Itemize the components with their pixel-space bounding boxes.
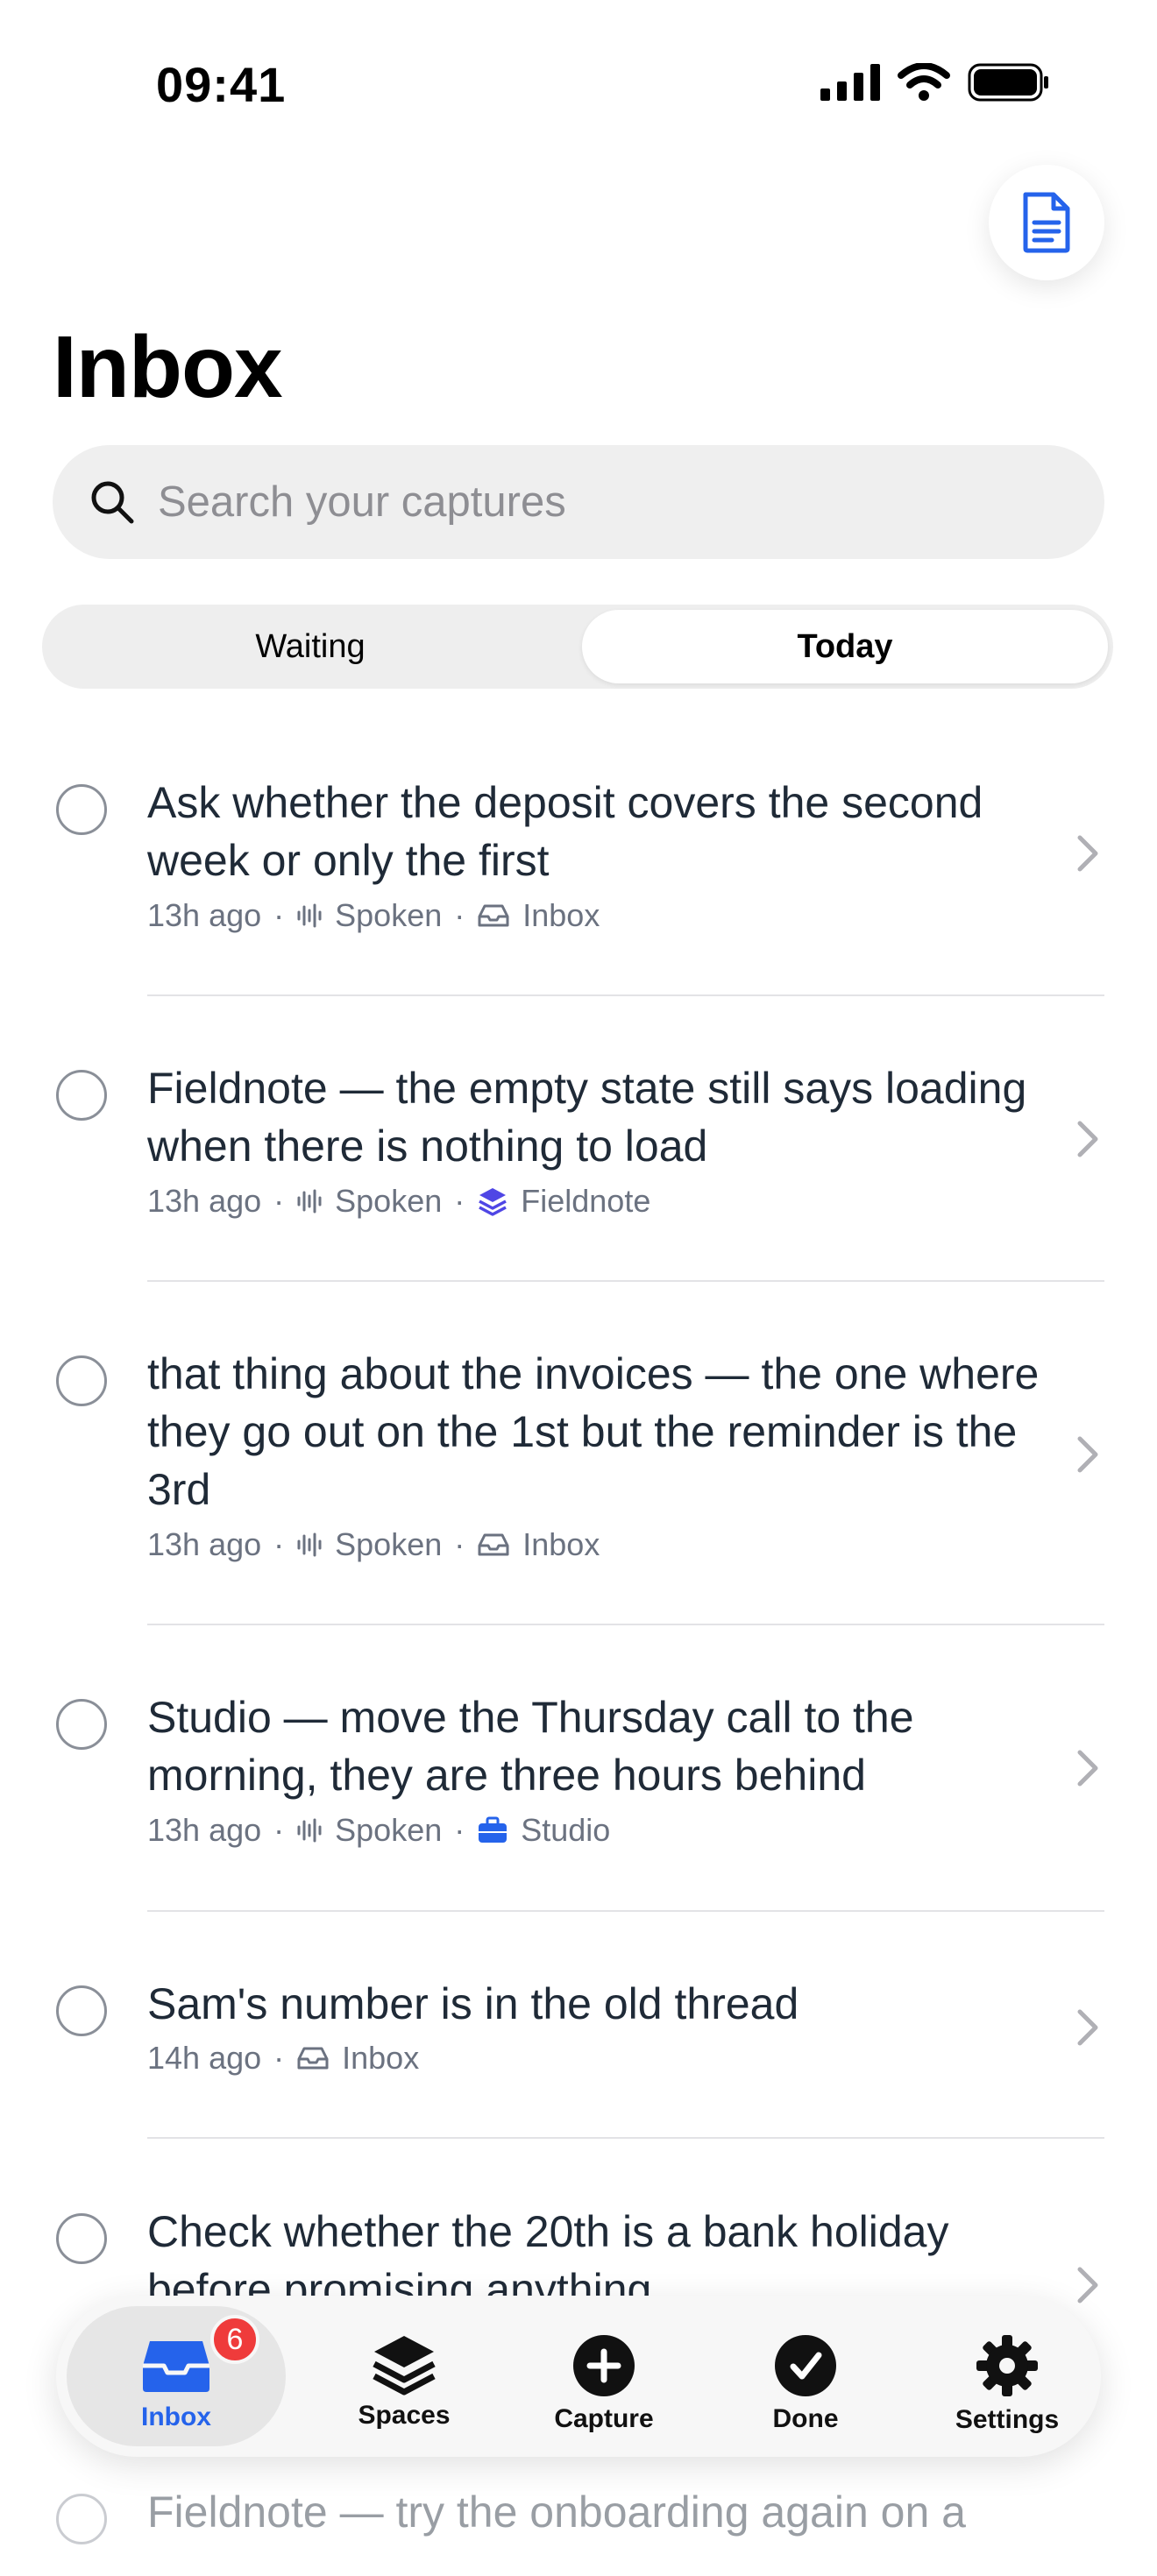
- divider: [147, 1280, 1104, 1282]
- layers-icon: [477, 1185, 508, 1217]
- item-space: Inbox: [522, 1526, 600, 1562]
- document-icon: [1023, 192, 1070, 253]
- waveform-icon: [296, 1532, 323, 1558]
- plus-circle-icon: [573, 2335, 635, 2396]
- waveform-icon: [296, 902, 323, 929]
- divider: [147, 1910, 1104, 1912]
- complete-checkbox[interactable]: [56, 1985, 107, 2036]
- cellular-signal-icon: [820, 64, 880, 101]
- status-time: 09:41: [156, 57, 287, 112]
- list-item[interactable]: that thing about the invoices — the one …: [0, 1334, 1157, 1623]
- tab-label: Inbox: [141, 2403, 211, 2431]
- item-time: 14h ago: [147, 2040, 262, 2076]
- briefcase-icon: [477, 1816, 508, 1844]
- waveform-icon: [296, 1188, 323, 1214]
- tab-label: Settings: [955, 2405, 1060, 2434]
- tab-settings[interactable]: Settings: [924, 2296, 1090, 2457]
- divider: [147, 994, 1104, 996]
- item-meta: 13h ago · Spoken · Fieldnote: [147, 1183, 651, 1219]
- tab-label: Done: [772, 2404, 839, 2433]
- item-time: 13h ago: [147, 1812, 262, 1848]
- list-item[interactable]: Studio — move the Thursday call to the m…: [0, 1677, 1157, 1914]
- tab-done[interactable]: Done: [722, 2296, 889, 2457]
- checkmark-circle-icon: [775, 2335, 836, 2396]
- item-space: Inbox: [522, 897, 600, 933]
- search-input[interactable]: [156, 477, 1036, 527]
- complete-checkbox[interactable]: [56, 1355, 107, 1406]
- tab-spaces[interactable]: Spaces: [321, 2296, 487, 2457]
- item-space: Studio: [521, 1812, 611, 1848]
- item-source: Spoken: [335, 897, 443, 933]
- battery-icon: [968, 63, 1048, 102]
- tab-label: Capture: [554, 2404, 654, 2433]
- segment-today[interactable]: Today: [582, 610, 1108, 683]
- page-title: Inbox: [53, 318, 283, 416]
- divider: [147, 1624, 1104, 1625]
- list-item[interactable]: Fieldnote — try the onboarding again on …: [0, 2471, 1157, 2576]
- gear-icon: [976, 2335, 1038, 2396]
- chevron-right-icon: [1077, 2009, 1098, 2046]
- tab-label: Spaces: [358, 2401, 451, 2430]
- layers-icon: [373, 2336, 436, 2396]
- item-space: Inbox: [342, 2040, 420, 2076]
- search-bar[interactable]: [53, 445, 1104, 559]
- chevron-right-icon: [1077, 1121, 1098, 1157]
- inbox-count-badge: 6: [210, 2315, 259, 2364]
- item-space: Fieldnote: [521, 1183, 651, 1219]
- list-item[interactable]: Ask whether the deposit covers the secon…: [0, 762, 1157, 999]
- tab-inbox[interactable]: Inbox 6: [67, 2296, 286, 2457]
- complete-checkbox[interactable]: [56, 2213, 107, 2264]
- segment-waiting[interactable]: Waiting: [47, 610, 573, 683]
- list-item[interactable]: Sam's number is in the old thread 14h ag…: [0, 1963, 1157, 2138]
- item-title: that thing about the invoices — the one …: [147, 1349, 1040, 1514]
- item-meta: 13h ago · Spoken · Studio: [147, 1812, 611, 1848]
- inbox-tray-icon: [477, 902, 510, 929]
- chevron-right-icon: [1077, 1436, 1098, 1473]
- inbox-tray-icon: [143, 2341, 209, 2392]
- item-source: Spoken: [335, 1526, 443, 1562]
- chevron-right-icon: [1077, 1750, 1098, 1787]
- search-icon: [88, 478, 137, 527]
- status-icons: [820, 63, 1050, 102]
- item-meta: 14h ago · Inbox: [147, 2040, 420, 2076]
- item-title: Sam's number is in the old thread: [147, 1979, 799, 2028]
- document-button[interactable]: [989, 165, 1104, 280]
- inbox-tray-icon: [296, 2045, 330, 2071]
- item-title: Ask whether the deposit covers the secon…: [147, 778, 983, 885]
- waveform-icon: [296, 1817, 323, 1844]
- item-time: 13h ago: [147, 1526, 262, 1562]
- item-title: Fieldnote — the empty state still says l…: [147, 1064, 1027, 1171]
- tab-capture[interactable]: Capture: [521, 2296, 687, 2457]
- complete-checkbox[interactable]: [56, 1699, 107, 1750]
- list-item[interactable]: Fieldnote — the empty state still says l…: [0, 1048, 1157, 1284]
- wifi-icon: [898, 63, 950, 101]
- chevron-right-icon: [1077, 835, 1098, 872]
- item-time: 13h ago: [147, 897, 262, 933]
- item-meta: 13h ago · Spoken · Inbox: [147, 897, 600, 933]
- complete-checkbox[interactable]: [56, 2494, 107, 2544]
- complete-checkbox[interactable]: [56, 1070, 107, 1121]
- item-title: Fieldnote — try the onboarding again on …: [147, 2488, 966, 2537]
- item-time: 13h ago: [147, 1183, 262, 1219]
- segmented-control: Waiting Today: [42, 605, 1113, 689]
- item-meta: 13h ago · Spoken · Inbox: [147, 1526, 600, 1562]
- item-source: Spoken: [335, 1183, 443, 1219]
- complete-checkbox[interactable]: [56, 784, 107, 835]
- divider: [147, 2137, 1104, 2139]
- item-source: Spoken: [335, 1812, 443, 1848]
- item-title: Studio — move the Thursday call to the m…: [147, 1693, 914, 1800]
- inbox-tray-icon: [477, 1532, 510, 1558]
- tab-bar: Inbox 6 Spaces Capture Done Settings: [56, 2296, 1101, 2457]
